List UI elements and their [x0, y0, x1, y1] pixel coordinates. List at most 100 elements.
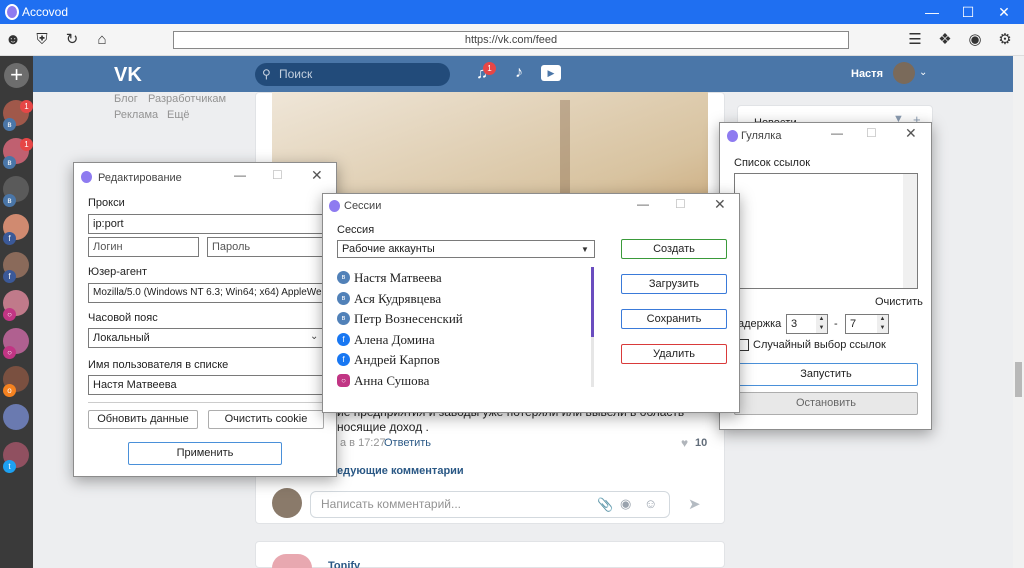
list-item[interactable]: Анна Сушова	[354, 373, 429, 389]
delay-dash: -	[834, 318, 838, 330]
comment-input[interactable]: Написать комментарий...	[310, 491, 670, 518]
refresh-data-button[interactable]: Обновить данные	[88, 410, 198, 429]
odnoklassniki-icon: o	[3, 384, 16, 397]
avatar[interactable]	[893, 62, 915, 84]
facebook-icon: f	[3, 270, 16, 283]
notification-badge: 1	[483, 62, 496, 75]
list-item[interactable]: Андрей Карпов	[354, 352, 440, 368]
user-agent-label: Юзер-агент	[88, 266, 148, 278]
clear-cookie-button[interactable]: Очистить cookie	[208, 410, 324, 429]
gear-icon[interactable]: ⚙	[995, 30, 1015, 50]
footer-link[interactable]: Реклама	[114, 109, 158, 121]
next-comments-link[interactable]: едующие комментарии	[337, 465, 464, 477]
username-label: Имя пользователя в списке	[88, 359, 229, 371]
links-label: Список ссылок	[734, 157, 811, 169]
user-icon[interactable]: ☻	[3, 30, 23, 50]
links-textarea[interactable]	[734, 173, 918, 289]
music-icon[interactable]: ♪	[515, 64, 523, 82]
stepper-icon[interactable]: ▲ ▼	[877, 315, 888, 333]
send-icon[interactable]: ➤	[688, 495, 701, 513]
post-text: носящие доход .	[337, 420, 429, 434]
next-post-card	[255, 541, 725, 568]
login-input[interactable]: Логин	[88, 237, 199, 257]
window-titlebar: Accovod — ☐ ✕	[0, 0, 1024, 24]
profile-avatar[interactable]	[3, 404, 29, 430]
chevron-down-icon[interactable]: ▼	[581, 245, 589, 254]
scrollbar-thumb[interactable]	[591, 267, 594, 337]
username-input[interactable]: Настя Матвеева	[88, 375, 324, 395]
facebook-icon: f	[337, 353, 350, 366]
minimize-button[interactable]: —	[914, 0, 950, 24]
minimize-button[interactable]: —	[637, 197, 649, 211]
stop-button[interactable]: Остановить	[734, 392, 918, 415]
close-button[interactable]: ✕	[311, 167, 323, 184]
camera-icon[interactable]: ◉	[620, 496, 631, 512]
reload-icon[interactable]: ↻	[62, 30, 82, 50]
post-author[interactable]: Tonify	[328, 560, 360, 568]
close-button[interactable]: ✕	[986, 0, 1022, 24]
page-scrollbar[interactable]	[1013, 56, 1024, 568]
shield-icon[interactable]: ⛨	[32, 30, 52, 50]
window-title: Accovod	[22, 5, 69, 19]
create-button[interactable]: Создать	[621, 239, 727, 259]
video-icon[interactable]: ▶	[541, 65, 561, 81]
clear-link[interactable]: Очистить	[875, 296, 923, 308]
attach-icon[interactable]: 📎	[597, 497, 613, 513]
save-button[interactable]: Сохранить	[621, 309, 727, 329]
scrollbar-thumb[interactable]	[1015, 362, 1022, 397]
footer-link[interactable]: Блог	[114, 93, 138, 105]
close-button[interactable]: ✕	[905, 125, 917, 142]
password-input[interactable]: Пароль	[207, 237, 324, 257]
list-item[interactable]: Алена Домина	[354, 332, 435, 348]
vk-icon: в	[3, 156, 16, 169]
heart-icon[interactable]: ♥	[681, 436, 688, 450]
session-select[interactable]: Рабочие аккаунты	[337, 240, 595, 258]
facebook-icon: f	[337, 333, 350, 346]
home-icon[interactable]: ⌂	[92, 30, 112, 50]
notification-badge: 1	[20, 138, 33, 151]
load-button[interactable]: Загрузить	[621, 274, 727, 294]
puzzle-icon[interactable]: ❖	[935, 30, 955, 50]
close-button[interactable]: ✕	[714, 196, 726, 213]
user-agent-input[interactable]: Mozilla/5.0 (Windows NT 6.3; Win64; x64)…	[88, 283, 324, 303]
apply-button[interactable]: Применить	[128, 442, 282, 465]
footer-link[interactable]: Разработчикам	[148, 93, 226, 105]
twitter-icon: t	[3, 460, 16, 473]
profiles-sidebar: + в в в f f ○ ○ o t 1 1	[0, 56, 33, 568]
delay-label: адержка	[738, 318, 782, 330]
start-button[interactable]: Запустить	[734, 363, 918, 386]
stepper-icon[interactable]: ▲ ▼	[816, 315, 827, 333]
maximize-button[interactable]: ☐	[675, 197, 686, 211]
footer-link[interactable]: Ещё	[167, 109, 190, 121]
list-item[interactable]: Настя Матвеева	[354, 270, 442, 286]
list-item[interactable]: Ася Кудрявцева	[354, 291, 441, 307]
reply-link[interactable]: Ответить	[384, 437, 431, 449]
chevron-down-icon[interactable]: ⌄	[310, 331, 318, 342]
minimize-button[interactable]: —	[234, 168, 246, 182]
chevron-down-icon[interactable]: ⌄	[919, 67, 927, 78]
extension-icon[interactable]: ◉	[965, 30, 985, 50]
delete-button[interactable]: Удалить	[621, 344, 727, 364]
vk-logo-icon[interactable]: VK	[114, 64, 142, 87]
minimize-button[interactable]: —	[831, 126, 843, 140]
divider	[88, 402, 324, 403]
layers-icon[interactable]: ☰	[905, 30, 925, 50]
address-bar[interactable]: https://vk.com/feed	[173, 31, 849, 49]
vk-icon: в	[337, 292, 350, 305]
maximize-button[interactable]: ☐	[950, 0, 986, 24]
app-logo-icon	[5, 4, 19, 20]
maximize-button[interactable]: ☐	[272, 168, 283, 182]
edit-dialog: Редактирование — ☐ ✕ Прокси ip:port Логи…	[73, 162, 337, 477]
timezone-select[interactable]: Локальный	[88, 328, 324, 348]
vk-user-name[interactable]: Настя	[851, 68, 883, 80]
app-logo-icon	[727, 130, 738, 142]
emoji-icon[interactable]: ☺	[644, 496, 657, 511]
textarea-scrollbar[interactable]	[903, 174, 917, 288]
list-item[interactable]: Петр Вознесенский	[354, 311, 463, 327]
facebook-icon: f	[3, 232, 16, 245]
proxy-input[interactable]: ip:port	[88, 214, 324, 234]
maximize-button[interactable]: ☐	[866, 126, 877, 140]
browser-toolbar: ☻ ⛨ ↻ ⌂ https://vk.com/feed ☰ ❖ ◉ ⚙	[0, 24, 1024, 56]
vk-search-input[interactable]: Поиск	[255, 63, 450, 86]
add-profile-button[interactable]: +	[4, 63, 29, 88]
